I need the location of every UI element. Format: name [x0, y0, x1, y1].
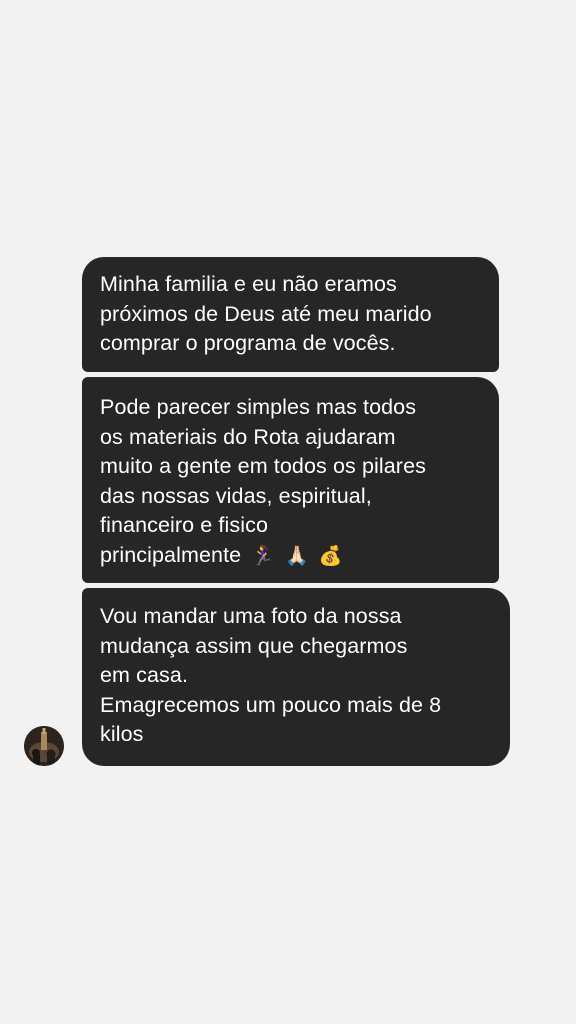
- message-bubble[interactable]: Pode parecer simples mas todos os materi…: [82, 377, 499, 583]
- message-bubble[interactable]: Vou mandar uma foto da nossa mudança ass…: [82, 588, 510, 766]
- message-text-line: Vou mandar uma foto da nossa: [100, 604, 402, 628]
- money-bag-icon: 💰: [318, 545, 343, 567]
- message-text-line: Emagrecemos um pouco mais de 8: [100, 692, 442, 717]
- running-woman-icon: 🏃‍♀️: [251, 545, 275, 567]
- message-text: principalmente: [100, 542, 242, 567]
- message-text-line: Minha familia e eu não eramos: [100, 272, 397, 296]
- message-text-line: em casa.: [100, 663, 189, 687]
- praying-hands-icon: 🙏🏻: [285, 545, 309, 567]
- message-text-line: muito a gente em todos os pilares: [100, 454, 426, 478]
- avatar-photo-icon: [24, 726, 64, 766]
- message-text-line: mudança assim que chegarmos: [100, 633, 408, 658]
- sender-avatar[interactable]: [24, 726, 64, 766]
- message-bubble[interactable]: Minha familia e eu não eramos próximos d…: [82, 257, 499, 372]
- message-text-line-with-emojis: principalmente 🏃‍♀️ 🙏🏻 💰: [100, 541, 499, 572]
- message-text-line: os materiais do Rota ajudaram: [100, 424, 396, 449]
- message-text-line: kilos: [100, 722, 144, 746]
- message-text-line: financeiro e fisico: [100, 513, 269, 537]
- message-thread: Minha familia e eu não eramos próximos d…: [0, 0, 576, 1024]
- message-text-line: comprar o programa de vocês.: [100, 331, 396, 355]
- message-text-line: das nossas vidas, espiritual,: [100, 483, 372, 508]
- message-text-line: Pode parecer simples mas todos: [100, 395, 417, 419]
- message-text-line: próximos de Deus até meu marido: [100, 301, 432, 326]
